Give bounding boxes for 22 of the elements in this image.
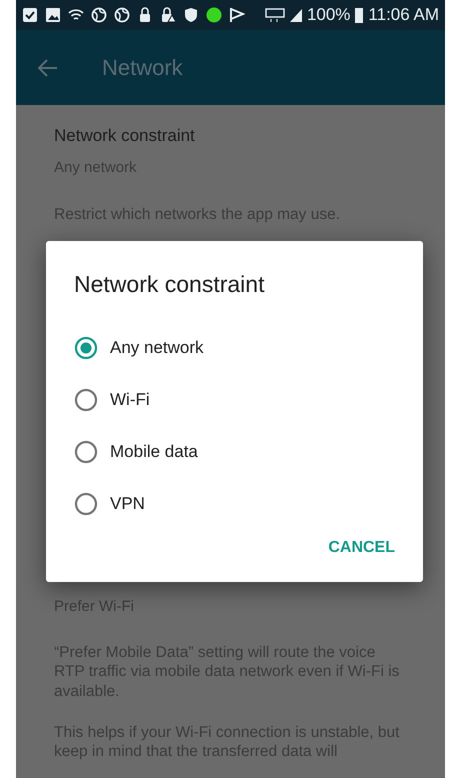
radio-option[interactable]: Any network [74, 322, 395, 374]
globe-icon [91, 7, 107, 23]
dialog-title: Network constraint [74, 270, 266, 299]
app-bar-title: Network [102, 54, 183, 82]
status-time: 11:06 AM [368, 4, 439, 26]
battery-level: 100% [306, 4, 350, 26]
radio-option[interactable]: Wi-Fi [74, 374, 395, 426]
shield-icon [183, 7, 199, 23]
lock-warning-icon [160, 7, 176, 23]
globe-icon [114, 7, 130, 23]
radio-option[interactable]: Mobile data [74, 426, 395, 478]
back-button[interactable] [38, 58, 58, 76]
battery-icon [354, 7, 364, 23]
radio-option[interactable]: VPN [74, 478, 395, 530]
setting-title: Network constraint [54, 125, 196, 147]
signal-icon [288, 7, 303, 23]
back-arrow-icon [38, 58, 58, 76]
lock-icon [137, 7, 153, 23]
checkbox-icon [22, 7, 38, 23]
dot-icon [206, 7, 222, 23]
flag-icon [229, 7, 245, 23]
image-icon [45, 7, 61, 23]
